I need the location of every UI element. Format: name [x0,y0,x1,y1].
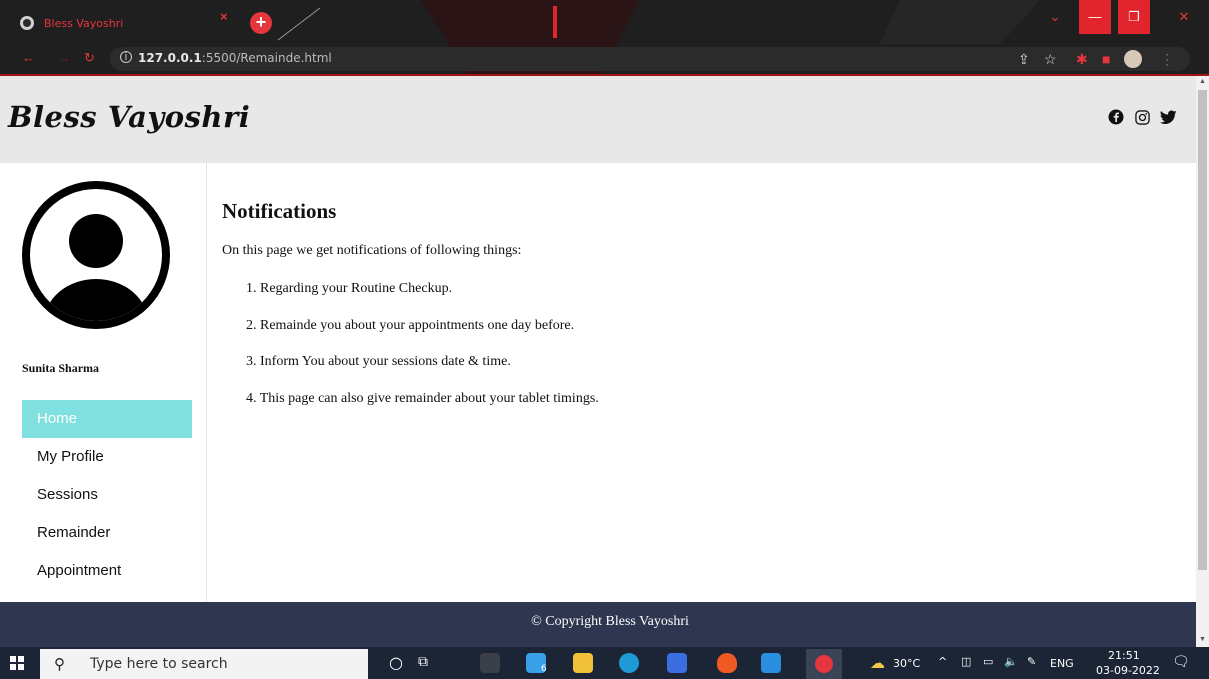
scroll-down-icon[interactable]: ▼ [1199,636,1206,643]
site-header: Bless Vayoshri [0,76,1196,163]
language-indicator[interactable]: ENG [1050,657,1074,670]
instagram-icon[interactable] [1135,110,1150,125]
profile-avatar-icon[interactable] [1124,50,1142,68]
list-item: 1. Regarding your Routine Checkup. [246,281,453,296]
terminal-icon[interactable] [480,653,500,673]
sidebar-item-appointment[interactable]: Appointment [22,552,192,590]
search-icon: ⚲ [54,656,65,673]
site-footer: © Copyright Bless Vayoshri [0,602,1196,647]
scroll-up-icon[interactable]: ▲ [1199,78,1206,85]
battery-icon[interactable]: ▭ [983,655,993,668]
list-item: 4. This page can also give remainder abo… [246,391,599,406]
navigation-bar: ← → ↻ i 127.0.0.1:5500/Remainde.html ⇪ ☆… [0,44,1209,72]
twitter-icon[interactable] [1160,110,1177,125]
menu-kebab-icon[interactable]: ⋮ [1160,51,1174,68]
avatar [22,181,170,329]
weather-icon[interactable]: ☁ [870,654,885,672]
new-tab-button[interactable]: + [250,12,272,34]
taskbar-search-input[interactable]: ⚲ Type here to search [40,649,368,679]
site-info-icon[interactable]: i [120,51,132,63]
file-explorer-icon[interactable] [573,653,593,673]
vscode-icon[interactable] [761,653,781,673]
clock-date[interactable]: 03-09-2022 [1096,664,1160,677]
sidebar-item-my-profile[interactable]: My Profile [22,438,192,476]
sidebar: Sunita Sharma Home My Profile Sessions R… [0,163,207,602]
mail-badge: 6 [541,664,547,674]
share-icon[interactable]: ⇪ [1018,51,1030,68]
task-view-icon[interactable]: ⧉ [418,654,428,670]
store-icon[interactable] [667,653,687,673]
scrollbar-thumb[interactable] [1198,90,1207,570]
windows-start-icon[interactable] [10,656,24,670]
web-page: Bless Vayoshri Sunita Sharma Home My Pro… [0,76,1196,647]
intro-text: On this page we get notifications of fol… [222,243,522,258]
close-tab-icon[interactable]: × [220,9,228,24]
sidebar-item-remainder[interactable]: Remainder [22,514,192,552]
page-title: Notifications [222,199,337,223]
page-scrollbar[interactable]: ▲ ▼ [1196,76,1209,647]
bookmark-star-icon[interactable]: ☆ [1044,51,1057,68]
tab-title: Bless Vayoshri [44,16,124,30]
user-name: Sunita Sharma [22,361,100,375]
list-item: 2. Remainde you about your appointments … [246,318,575,333]
globe-icon [20,16,34,30]
brand-logo[interactable]: Bless Vayoshri [8,100,250,134]
meet-icon[interactable]: ◫ [961,655,971,668]
edge-icon[interactable] [619,653,639,673]
back-icon[interactable]: ← [22,50,35,65]
clock-time[interactable]: 21:51 [1108,649,1140,662]
brave-icon[interactable] [717,653,737,673]
list-item: 3. Inform You about your sessions date &… [246,354,511,369]
sidebar-item-home[interactable]: Home [22,400,192,438]
browser-chrome: Bless Vayoshri × + ⌄ — ❐ ✕ ← → ↻ i 127.0… [0,0,1209,76]
sidebar-item-sessions[interactable]: Sessions [22,476,192,514]
sidepanel-icon[interactable]: ■ [1102,51,1110,67]
chevron-up-icon[interactable]: ^ [938,655,947,668]
forward-icon[interactable]: → [58,50,71,65]
close-window-button[interactable]: ✕ [1168,0,1200,34]
main-content: Notifications On this page we get notifi… [207,163,1196,602]
url-text: 127.0.0.1:5500/Remainde.html [138,51,332,65]
address-bar[interactable]: i 127.0.0.1:5500/Remainde.html ⇪ ☆ ✱ ■ ⋮ [110,47,1190,71]
windows-taskbar: ⚲ Type here to search ○ ⧉ 6 ☁ 30°C ^ ◫ ▭… [0,647,1209,679]
tab-search-icon[interactable]: ⌄ [1039,0,1071,34]
notification-center-icon[interactable]: 🗨 [1172,654,1190,670]
chrome-icon [815,655,833,673]
minimize-button[interactable]: — [1079,0,1111,34]
browser-tab[interactable]: Bless Vayoshri [8,8,248,38]
facebook-icon[interactable] [1108,109,1124,125]
restore-button[interactable]: ❐ [1118,0,1150,34]
pen-icon[interactable]: ✎ [1027,655,1036,668]
search-placeholder: Type here to search [90,656,228,672]
extensions-icon[interactable]: ✱ [1076,51,1088,68]
reload-icon[interactable]: ↻ [84,50,95,66]
weather-temp[interactable]: 30°C [893,657,920,670]
copyright-text: © Copyright Bless Vayoshri [531,614,689,629]
volume-icon[interactable]: 🔈 [1004,655,1018,668]
cortana-icon[interactable]: ○ [389,653,403,672]
